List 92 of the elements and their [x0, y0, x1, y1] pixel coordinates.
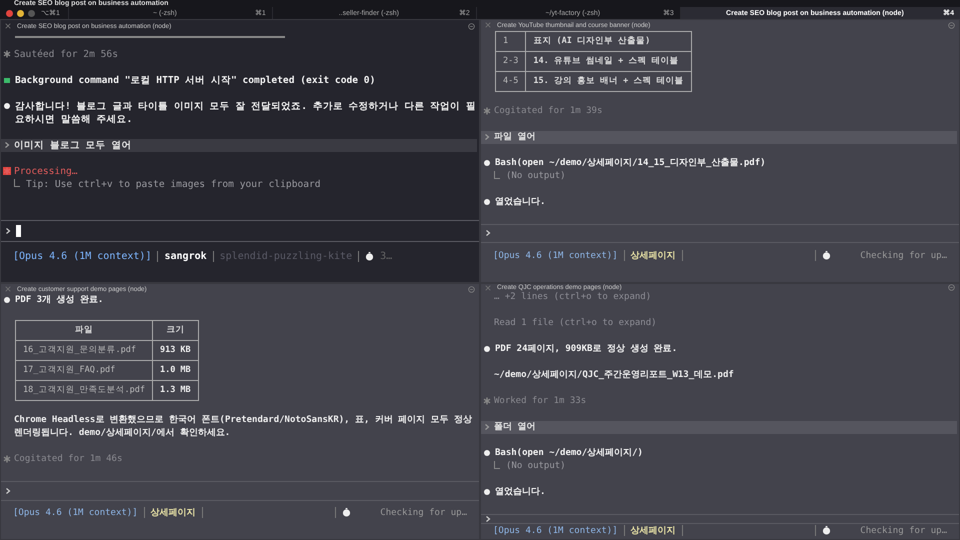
output-text: Background command "로컬 HTTP 서버 시작" completed (exit code 0) — [15, 74, 376, 87]
table-header-cell: 파일 — [16, 320, 152, 341]
status-text: Checking for up… — [380, 508, 467, 518]
terminal-pane[interactable] — [480, 19, 960, 283]
status-label: 상세페이지 — [150, 507, 196, 520]
bullet-icon — [484, 198, 490, 205]
status-text: Checking for up… — [860, 250, 947, 261]
prompt-chevron-icon — [4, 487, 12, 496]
output-text: (No output) — [506, 170, 567, 183]
prompt-chevron-icon — [3, 141, 11, 149]
output-text: Tip: Use ctrl+v to paste images from your clipboard — [26, 178, 322, 191]
close-icon[interactable] — [485, 22, 491, 28]
branch-icon — [14, 179, 20, 187]
square-bullet-icon — [4, 78, 10, 83]
asterisk-icon — [3, 455, 11, 464]
close-icon[interactable] — [485, 284, 491, 290]
asterisk-icon — [3, 50, 11, 58]
table-cell: 1.0 MB — [152, 360, 198, 381]
minimize-window-icon[interactable] — [17, 10, 24, 16]
output-text: 열었습니다. — [495, 486, 546, 499]
table-cell: 1.3 MB — [152, 380, 198, 401]
output-text: Sautéed for 2m 56s — [14, 48, 119, 61]
output-text: Bash(open ~/demo/상세페이지/) — [495, 447, 644, 460]
model-label: [Opus 4.6 (1M context)] — [493, 526, 618, 536]
prompt-chevron-icon — [484, 229, 492, 238]
model-label: [Opus 4.6 (1M context)] — [493, 250, 618, 261]
table-cell: 2-3 — [496, 51, 526, 72]
output-text: Worked for 1m 33s — [494, 395, 588, 408]
status-label: 상세페이지 — [630, 525, 676, 537]
output-text: 폴더 열어 — [494, 421, 536, 434]
model-label: [Opus 4.6 (1M context)] — [13, 250, 152, 262]
prompt-chevron-icon — [483, 132, 491, 141]
output-text: Cogitated for 1m 46s — [14, 453, 124, 466]
bullet-icon — [4, 103, 10, 109]
output-text: Chrome Headless로 변환했으므로 한국어 폰트(Pretendard/NotoSansKR), 표, 커버 페이지 모두 정상 렌더링됩니다. demo/상세페이지/에서 확인하세요. — [14, 414, 474, 440]
close-window-icon[interactable] — [6, 10, 13, 16]
minus-circle-icon[interactable] — [468, 22, 475, 30]
output-text: 파일 열어 — [494, 130, 536, 144]
table-cell: 15. 강의 홍보 배너 + 스펙 테이블 — [526, 71, 692, 92]
output-text: … +2 lines (ctrl+o to expand) — [494, 291, 652, 304]
output-text: 열었습니다. — [495, 196, 546, 209]
close-icon[interactable] — [5, 23, 11, 29]
status-text: 3… — [380, 250, 392, 262]
minus-circle-icon[interactable] — [948, 22, 955, 29]
close-icon[interactable] — [5, 286, 11, 292]
status-label: 상세페이지 — [630, 250, 676, 262]
table-cell: 4-5 — [496, 71, 526, 92]
asterisk-icon — [483, 397, 491, 405]
terminal-pane[interactable] — [0, 283, 480, 540]
bullet-icon — [484, 450, 490, 456]
minus-circle-icon[interactable] — [948, 284, 955, 291]
status-label: splendid-puzzling-kite — [220, 250, 352, 262]
model-label: [Opus 4.6 (1M context)] — [13, 508, 138, 518]
branch-icon — [494, 461, 500, 469]
branch-icon — [494, 170, 500, 179]
status-text: Checking for up… — [860, 526, 947, 536]
table-cell: 표지 (AI 디자인부 산출물) — [526, 31, 692, 52]
timer-icon — [822, 526, 831, 535]
prompt-chevron-icon — [483, 423, 491, 431]
output-text: 감사합니다! 블로그 글과 타이틀 이미지 모두 잘 전달되었죠. 추가로 수정하거나 다른 작업이 필요하시면 말씀해 주세요. — [15, 100, 477, 126]
output-text: PDF 3개 생성 완료. — [15, 294, 104, 308]
bullet-icon — [4, 297, 10, 304]
table-cell: 1 — [496, 31, 526, 52]
timer-icon — [365, 252, 374, 260]
output-text: Read 1 file (ctrl+o to expand) — [494, 317, 658, 330]
bullet-icon — [484, 346, 490, 352]
prompt-chevron-icon — [484, 515, 492, 523]
table-header-cell: 크기 — [152, 320, 198, 341]
bullet-icon — [484, 160, 490, 166]
status-label: sangrok — [164, 250, 207, 262]
maximize-window-icon[interactable] — [28, 10, 35, 16]
asterisk-icon — [483, 106, 491, 115]
output-text: Cogitated for 1m 39s — [494, 104, 604, 118]
asterisk-icon — [3, 167, 11, 175]
bullet-icon — [484, 489, 490, 495]
table-cell: 18_고객지원_만족도분석.pdf — [16, 380, 152, 401]
table-cell: 16_고객지원_문의분류.pdf — [16, 340, 152, 361]
timer-icon — [342, 508, 351, 518]
table-cell: 913 KB — [152, 340, 198, 361]
output-text: Processing… — [14, 165, 79, 178]
output-text: ~/demo/상세페이지/QJC_주간운영리포트_W13_데모.pdf — [494, 369, 735, 382]
output-text: (No output) — [506, 460, 567, 473]
output-text: PDF 24페이지, 909KB로 정상 생성 완료. — [495, 343, 678, 356]
minus-circle-icon[interactable] — [468, 286, 475, 293]
table-cell: 14. 유튜브 썸네일 + 스펙 테이블 — [526, 51, 692, 72]
terminal-pane[interactable] — [0, 19, 480, 283]
output-text: 이미지 블로그 모두 열어 — [14, 139, 132, 152]
prompt-chevron-icon — [4, 227, 12, 235]
output-text: Bash(open ~/demo/상세페이지/14_15_디자인부_산출물.pdf) — [495, 156, 767, 170]
text-cursor — [16, 225, 21, 237]
timer-icon — [822, 251, 831, 260]
table-cell: 17_고객지원_FAQ.pdf — [16, 360, 152, 381]
